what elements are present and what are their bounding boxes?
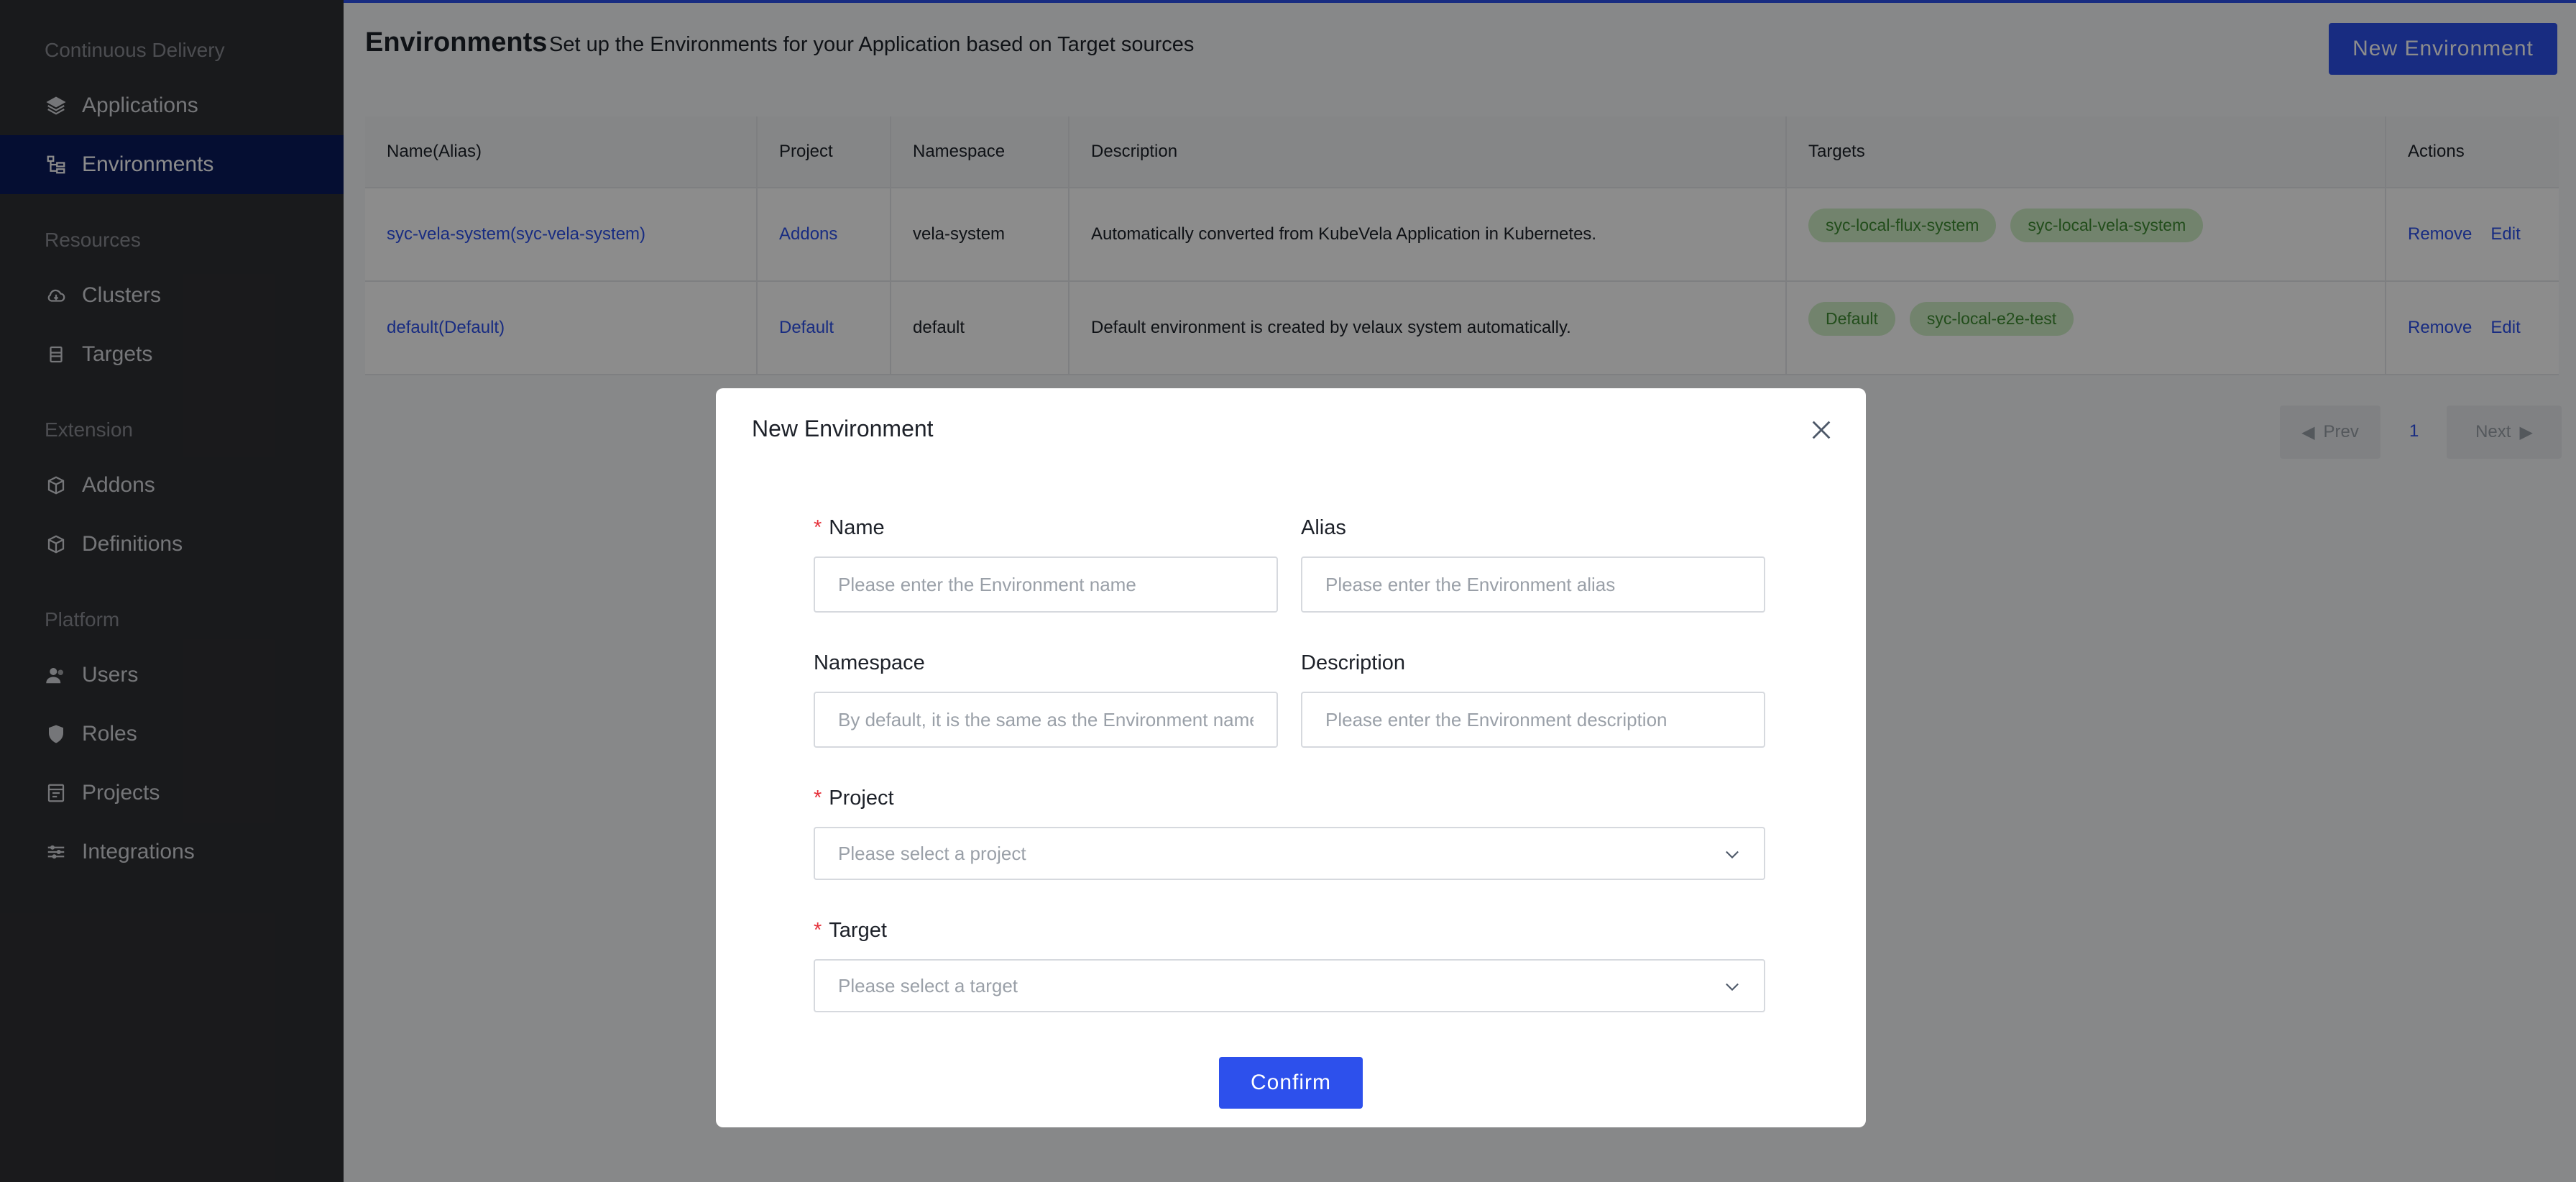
required-mark: *: [814, 919, 822, 942]
alias-label: Alias: [1301, 516, 1346, 539]
description-label: Description: [1301, 651, 1406, 674]
namespace-label: Namespace: [814, 651, 925, 674]
name-input[interactable]: [814, 556, 1278, 613]
target-label: * Target: [814, 919, 887, 942]
chevron-down-icon: [1726, 983, 1739, 991]
project-label: * Project: [814, 787, 894, 810]
target-select[interactable]: Please select a target: [814, 959, 1765, 1012]
project-select[interactable]: Please select a project: [814, 827, 1765, 880]
name-label: * Name: [814, 516, 885, 539]
project-select-placeholder: Please select a project: [838, 842, 1026, 864]
dialog-title: New Environment: [752, 416, 934, 441]
required-mark: *: [814, 516, 822, 539]
description-input[interactable]: [1301, 692, 1765, 748]
namespace-input[interactable]: [814, 692, 1278, 748]
confirm-button[interactable]: Confirm: [1219, 1057, 1363, 1109]
alias-input[interactable]: [1301, 556, 1765, 613]
chevron-down-icon: [1726, 851, 1739, 859]
close-icon[interactable]: [1808, 417, 1834, 443]
new-environment-dialog: New Environment *Name Alias Namespace De…: [716, 388, 1866, 1127]
target-select-placeholder: Please select a target: [838, 974, 1018, 997]
required-mark: *: [814, 787, 822, 810]
